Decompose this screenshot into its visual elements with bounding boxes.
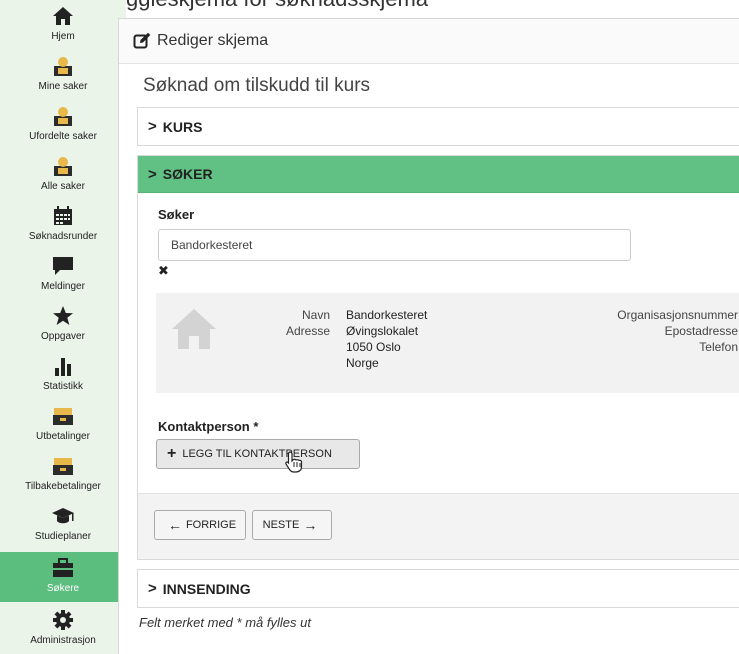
next-label: NESTE — [262, 519, 300, 531]
adresse-key: Adresse — [285, 324, 330, 338]
edit-form-panel: Rediger skjema Søknad om tilskudd til ku… — [118, 18, 739, 654]
user-folder-icon — [50, 104, 76, 128]
calendar-icon — [50, 204, 76, 228]
sidebar-item-label: Utbetalinger — [36, 431, 90, 442]
panel-header: Rediger skjema — [119, 19, 739, 64]
sidebar-item-label: Alle saker — [41, 181, 85, 192]
sidebar-item-label: Mine saker — [38, 81, 88, 92]
epost-key: Epostadresse — [664, 324, 738, 338]
cropped-page-heading: ggleskjema for søknadsskjema — [126, 0, 739, 12]
sidebar-item-label: Statistikk — [42, 381, 83, 392]
sidebar-item-soknadsrunder[interactable]: Søknadsrunder — [0, 200, 126, 250]
arrow-left-icon: ← — [167, 517, 182, 533]
sidebar-item-administrasjon[interactable]: Administrasjon — [0, 604, 126, 654]
user-folder-icon — [50, 54, 76, 78]
adresse-line1: Øvingslokalet — [346, 324, 419, 338]
section-soker-title: SØKER — [162, 166, 213, 182]
sidebar-item-tilbakebetalinger[interactable]: Tilbakebetalinger — [0, 450, 126, 500]
sidebar-item-label: Søkere — [46, 583, 80, 594]
graduation-cap-icon — [50, 504, 76, 528]
adresse-line3: Norge — [346, 356, 379, 370]
section-innsending-header[interactable]: > INNSENDING — [138, 570, 739, 607]
sidebar-item-sokere[interactable]: Søkere — [0, 552, 126, 602]
soker-info-keys: Navn Adresse — [266, 307, 330, 339]
sidebar-item-mine-saker[interactable]: Mine saker — [0, 50, 126, 100]
section-kurs-header[interactable]: > KURS — [138, 108, 739, 145]
sidebar-item-oppgaver[interactable]: Oppgaver — [0, 300, 126, 350]
sidebar: Hjem Mine saker Ufordelte saker Alle sak… — [0, 0, 126, 654]
hand-cursor-icon — [284, 451, 304, 473]
edit-icon — [133, 32, 151, 50]
section-kurs-title: KURS — [162, 118, 203, 135]
sidebar-item-meldinger[interactable]: Meldinger — [0, 250, 126, 300]
sidebar-item-studieplaner[interactable]: Studieplaner — [0, 500, 126, 550]
section-soker: > SØKER Søker ✖ Navn Adresse Bandorkeste… — [137, 155, 739, 560]
soker-info-values: Bandorkesteret Øvingslokalet 1050 Oslo N… — [346, 307, 427, 371]
sidebar-item-label: Oppgaver — [41, 331, 85, 342]
section-innsending: > INNSENDING — [137, 569, 739, 608]
sidebar-item-label: Tilbakebetalinger — [25, 481, 101, 492]
sidebar-item-label: Studieplaner — [34, 531, 92, 542]
form-title: Søknad om tilskudd til kurs — [143, 75, 371, 96]
briefcase-icon — [50, 556, 76, 580]
arrow-right-icon: → — [303, 517, 318, 533]
soker-info-box: Navn Adresse Bandorkesteret Øvingslokale… — [156, 293, 739, 393]
home-icon — [50, 4, 76, 28]
telefon-key: Telefon — [699, 340, 738, 354]
soker-label: Søker — [158, 207, 195, 222]
sidebar-item-label: Ufordelte saker — [29, 131, 97, 142]
sidebar-item-utbetalinger[interactable]: Utbetalinger — [0, 400, 126, 450]
orgnr-key: Organisasjonsnummer — [617, 308, 738, 322]
star-icon — [50, 304, 76, 328]
bar-chart-icon — [50, 354, 76, 378]
section-innsending-title: INNSENDING — [162, 580, 251, 597]
sidebar-item-statistikk[interactable]: Statistikk — [0, 350, 126, 400]
adresse-line2: 1050 Oslo — [346, 340, 401, 354]
home-icon — [170, 307, 218, 351]
sidebar-item-hjem[interactable]: Hjem — [0, 0, 126, 50]
prev-label: FORRIGE — [185, 519, 237, 531]
navn-key: Navn — [301, 308, 330, 322]
money-icon — [50, 454, 76, 478]
money-icon — [50, 404, 76, 428]
kontaktperson-label: Kontaktperson * — [158, 419, 259, 434]
sidebar-item-label: Søknadsrunder — [28, 231, 98, 242]
page-heading-text: ggleskjema for søknadsskjema — [126, 0, 428, 12]
sidebar-item-alle-saker[interactable]: Alle saker — [0, 150, 126, 200]
chevron-right-icon: > — [148, 165, 157, 183]
panel-title: Rediger skjema — [157, 32, 269, 49]
prev-button[interactable]: ← FORRIGE — [154, 510, 246, 540]
sidebar-item-label: Administrasjon — [30, 635, 96, 646]
user-folder-icon — [50, 154, 76, 178]
section-kurs: > KURS — [137, 107, 739, 146]
add-contact-label: LEGG TIL KONTAKTPERSON — [182, 448, 332, 460]
navn-value: Bandorkesteret — [346, 308, 428, 322]
gear-icon — [50, 608, 76, 632]
section-soker-header[interactable]: > SØKER — [138, 156, 739, 193]
required-fields-note: Felt merket med * må fylles ut — [139, 615, 311, 630]
soker-input[interactable] — [158, 229, 631, 261]
section-nav-bar: ← FORRIGE NESTE → — [138, 493, 739, 559]
chat-icon — [50, 254, 76, 278]
section-soker-body: Søker ✖ Navn Adresse Bandorkesteret Øvin… — [138, 193, 739, 559]
clear-soker-icon[interactable]: ✖ — [158, 263, 169, 279]
plus-icon: + — [167, 445, 177, 462]
add-contact-button[interactable]: + LEGG TIL KONTAKTPERSON — [156, 439, 360, 469]
sidebar-item-label: Hjem — [51, 31, 75, 42]
sidebar-item-ufordelte-saker[interactable]: Ufordelte saker — [0, 100, 126, 150]
next-button[interactable]: NESTE → — [252, 510, 332, 540]
sidebar-item-label: Meldinger — [41, 281, 85, 292]
chevron-right-icon: > — [148, 118, 157, 135]
soker-info-right-keys: Organisasjonsnummer Epostadresse Telefon — [586, 307, 738, 355]
chevron-right-icon: > — [148, 580, 157, 597]
